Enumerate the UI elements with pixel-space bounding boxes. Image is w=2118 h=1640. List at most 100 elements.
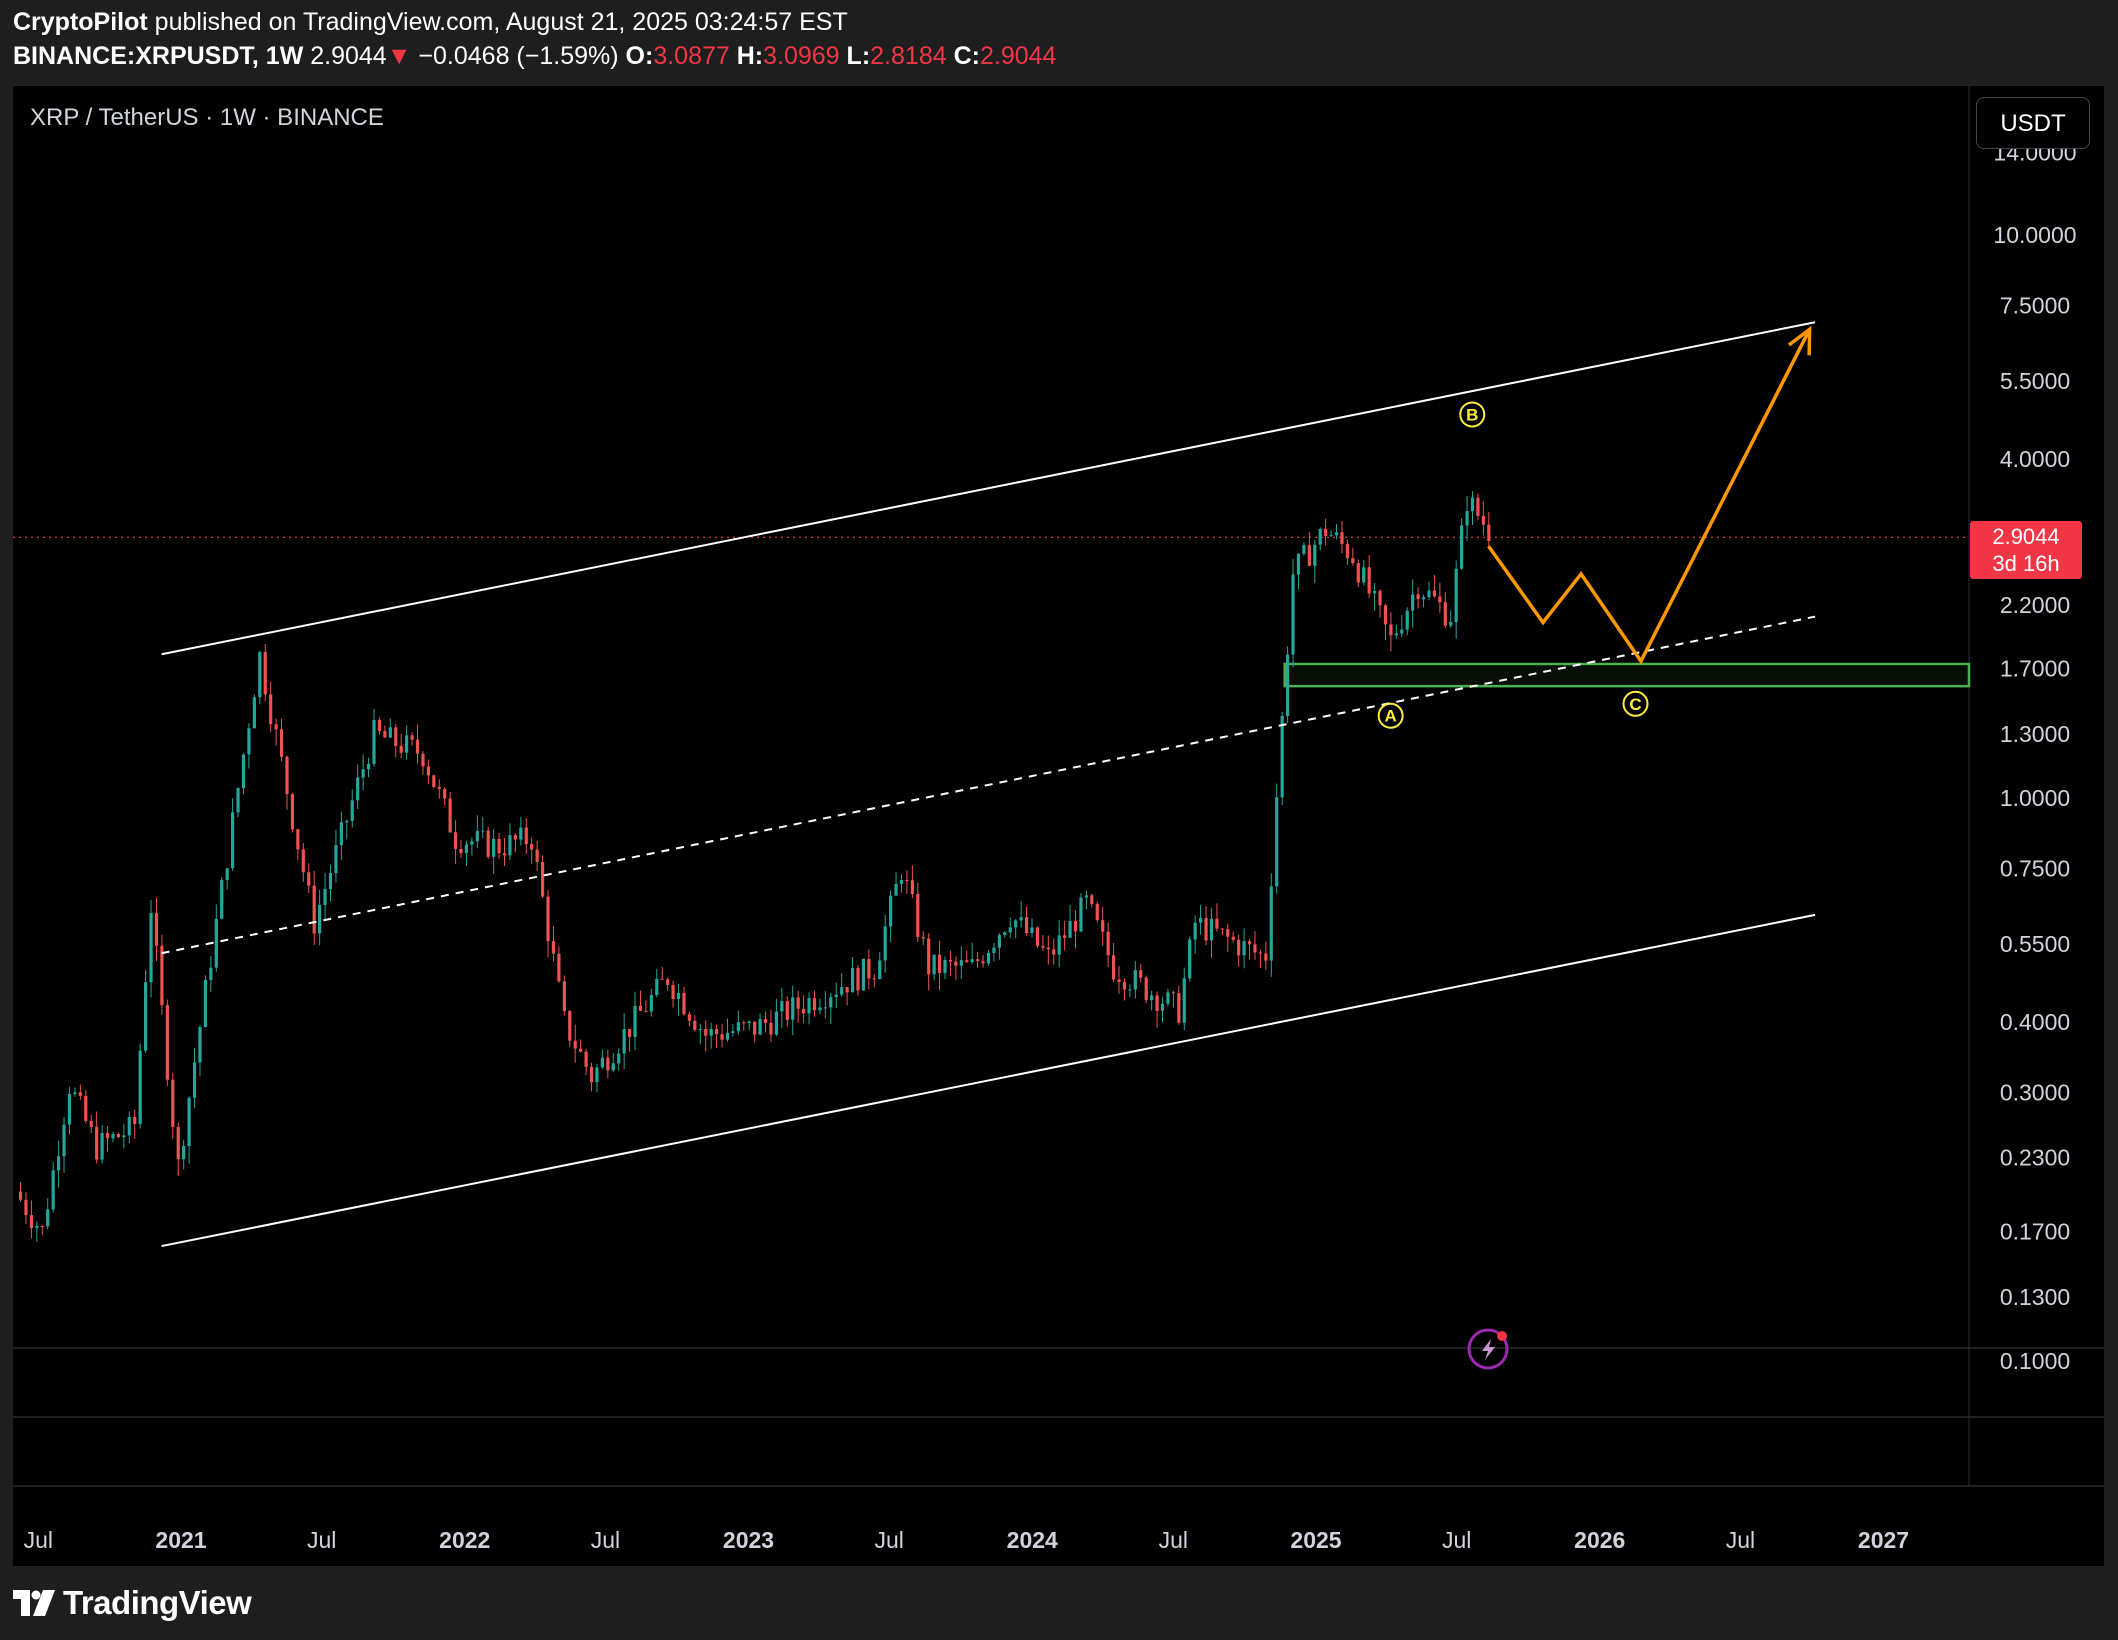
chart-panel[interactable]: 14.0000 10.0000 7.5000 5.5000 4.0000 2.2000 1.…	[13, 86, 2104, 1566]
lightning-icon[interactable]	[1467, 1328, 1509, 1370]
candle-body	[1258, 952, 1263, 954]
candle-body	[606, 1057, 610, 1071]
candle-body	[350, 800, 354, 821]
candle-body	[595, 1067, 599, 1083]
candle-body	[470, 841, 474, 845]
candle-body	[655, 978, 659, 995]
candle-body	[519, 827, 523, 840]
candle-body	[1307, 545, 1311, 566]
candle-body	[791, 997, 795, 1020]
candle-body	[1106, 931, 1110, 956]
time-tick-label: 2024	[1007, 1527, 1058, 1553]
candle-body	[383, 730, 387, 738]
currency-button[interactable]: USDT	[1976, 97, 2090, 149]
price-tick-label: 0.7500	[2000, 855, 2070, 881]
candle-body	[568, 1011, 572, 1041]
candle-body	[1128, 989, 1132, 991]
candle-body	[154, 912, 159, 946]
candle-body	[35, 1226, 39, 1229]
candle-body	[1291, 574, 1295, 655]
wave-label-b[interactable]: B	[1459, 401, 1486, 428]
candle-body	[796, 997, 800, 1009]
candle-body	[1003, 932, 1007, 935]
candle-body	[307, 872, 311, 886]
candle-body	[1019, 917, 1023, 921]
symbol-label[interactable]: XRP / TetherUS · 1W · BINANCE	[30, 104, 384, 132]
candle-body	[1345, 543, 1350, 559]
candle-body	[459, 848, 463, 854]
candle-body	[56, 1156, 61, 1171]
candle-body	[1373, 590, 1377, 594]
candle-body	[475, 831, 479, 842]
support-zone[interactable]	[1283, 662, 1971, 688]
author-name[interactable]: CryptoPilot	[13, 8, 148, 36]
candle-body	[763, 1018, 768, 1023]
candle-body	[1481, 515, 1485, 525]
candle-body	[51, 1170, 55, 1210]
candle-body	[856, 967, 860, 991]
candle-body	[1443, 602, 1447, 626]
price-chart[interactable]: 14.000010.00007.50005.50004.00002.20001.…	[13, 86, 2104, 1566]
open-label: O:	[625, 42, 654, 70]
candle-body	[948, 959, 953, 962]
time-tick-label: Jul	[1726, 1527, 1755, 1553]
candle-body	[823, 1007, 827, 1009]
candle-body	[1242, 941, 1246, 956]
close-label: C:	[953, 42, 980, 70]
price-tick-label: 1.0000	[2000, 785, 2070, 811]
candle-body	[1111, 955, 1116, 980]
candle-body	[40, 1226, 44, 1228]
candle-body	[356, 777, 360, 801]
time-tick-label: Jul	[1442, 1527, 1471, 1553]
candle-body	[867, 958, 871, 979]
lightning-icon-bolt	[1482, 1339, 1495, 1360]
tradingview-logo[interactable]: TradingView	[13, 1580, 252, 1626]
candle-body	[1264, 953, 1268, 961]
candle-body	[296, 829, 300, 850]
candle-body	[290, 794, 295, 830]
candle-body	[388, 727, 392, 738]
candle-body	[274, 724, 278, 730]
candle-body	[709, 1028, 713, 1036]
time-tick-label: Jul	[307, 1527, 336, 1553]
price-tick-label: 10.0000	[1993, 222, 2076, 248]
candle-body	[1052, 949, 1056, 955]
candle-body	[1073, 920, 1078, 932]
candle-body	[1400, 629, 1404, 634]
candle-body	[1378, 590, 1382, 606]
candle-body	[1476, 497, 1480, 516]
candle-body	[1166, 992, 1170, 1004]
candle-body	[829, 997, 833, 1008]
candle-body	[992, 947, 996, 953]
candle-body	[1324, 528, 1328, 536]
candle-body	[921, 936, 925, 939]
candle-body	[687, 1014, 692, 1021]
candle-body	[894, 883, 898, 896]
candle-body	[530, 844, 534, 850]
candle-body	[937, 954, 942, 973]
candle-body	[747, 1021, 751, 1024]
candle-body	[1057, 935, 1061, 955]
time-tick-label: 2026	[1574, 1527, 1625, 1553]
candle-body	[731, 1031, 735, 1033]
wave-label-c[interactable]: C	[1622, 690, 1649, 717]
candle-body	[682, 992, 686, 1015]
channel-upper-line[interactable]	[161, 321, 1816, 656]
candle-body	[1193, 922, 1197, 940]
candle-body	[1438, 596, 1442, 603]
candle-body	[693, 1020, 697, 1030]
candle-body	[785, 1001, 789, 1020]
candle-body	[758, 1018, 762, 1035]
candle-body	[1269, 886, 1273, 961]
candle-body	[883, 926, 887, 961]
wave-label-a[interactable]: A	[1377, 702, 1404, 729]
candle-body	[1318, 528, 1322, 545]
candle-body	[1030, 927, 1034, 934]
candle-body	[1465, 511, 1469, 526]
candle-body	[187, 1097, 191, 1146]
candle-body	[1427, 590, 1431, 598]
candle-body	[252, 697, 256, 729]
publish-header: CryptoPilot published on TradingView.com…	[0, 0, 2118, 86]
footer: TradingView	[0, 1566, 2118, 1640]
candle-body	[649, 994, 653, 1012]
